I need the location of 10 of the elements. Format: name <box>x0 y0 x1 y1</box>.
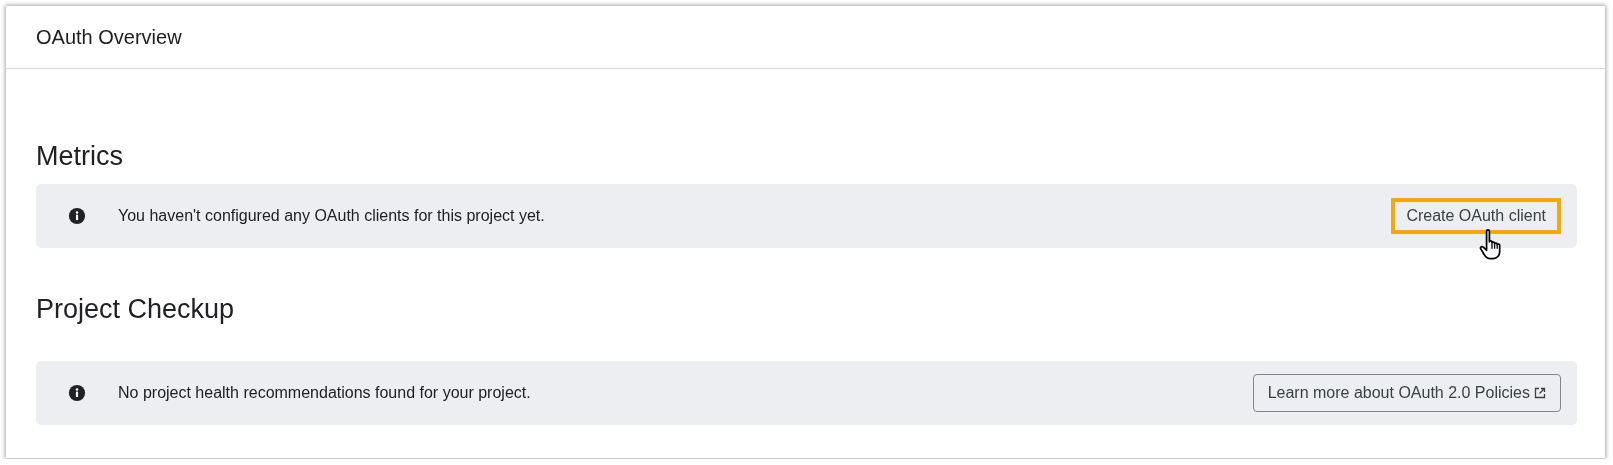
section-heading: Metrics <box>36 141 124 172</box>
section-heading: Project Checkup <box>36 294 236 325</box>
info-message: No project health recommendations found for your project. <box>118 384 531 402</box>
external-link-icon <box>1534 387 1546 399</box>
learn-more-button[interactable]: Learn more about OAuth 2.0 Policies <box>1252 374 1561 412</box>
page-title: OAuth Overview <box>36 25 182 49</box>
info-message: You haven't configured any OAuth clients for this project yet. <box>118 207 545 225</box>
info-icon <box>68 207 86 225</box>
info-icon <box>68 384 86 402</box>
create-client-button[interactable]: Create OAuth client <box>1391 198 1561 234</box>
